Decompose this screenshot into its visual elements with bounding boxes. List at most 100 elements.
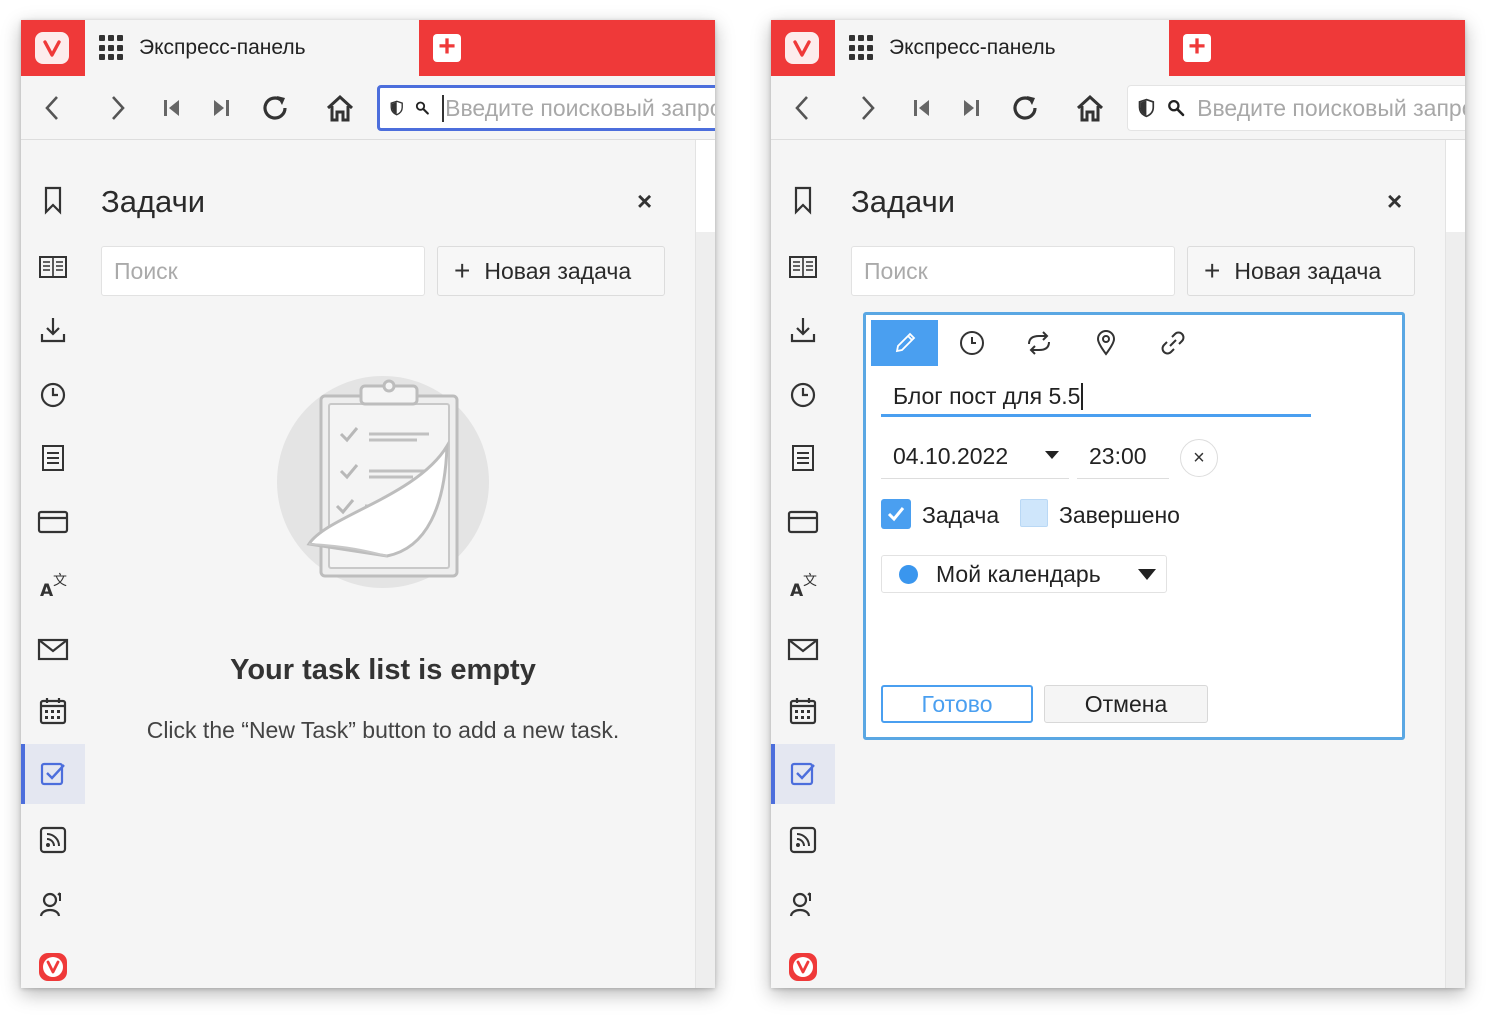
rewind-button[interactable] — [154, 90, 190, 126]
panel-button-tasks[interactable] — [21, 744, 85, 804]
panel-button-feeds[interactable] — [21, 810, 85, 870]
new-task-label: Новая задача — [1234, 257, 1382, 284]
tab-title: Экспресс-панель — [139, 36, 306, 59]
back-button[interactable] — [785, 90, 821, 126]
panel-button-window[interactable] — [771, 492, 835, 552]
fast-forward-button[interactable] — [203, 90, 239, 126]
downloads-icon — [40, 318, 66, 343]
speed-dial-grid-icon — [849, 35, 875, 61]
due-date-picker[interactable]: 04.10.2022 — [881, 439, 1069, 479]
due-time-input[interactable]: 23:00 — [1077, 439, 1169, 479]
close-icon[interactable]: × — [637, 186, 652, 217]
panel-button-history[interactable] — [771, 365, 835, 425]
address-input[interactable]: Введите поисковый запрос — [442, 94, 715, 122]
home-button[interactable] — [322, 90, 358, 126]
mail-icon — [37, 638, 69, 661]
panel-button-feeds[interactable] — [771, 810, 835, 870]
panel-button-mail[interactable] — [21, 619, 85, 679]
panel-button-downloads[interactable] — [21, 300, 85, 360]
tab-speed-dial[interactable]: Экспресс-панель — [85, 20, 419, 76]
new-tab-button[interactable]: + — [433, 32, 461, 62]
panel-button-reading-list[interactable] — [21, 237, 85, 297]
reload-button[interactable] — [1007, 90, 1043, 126]
panel-button-contacts[interactable] — [771, 874, 835, 934]
search-input[interactable]: Поиск — [851, 246, 1175, 296]
panel-button-history[interactable] — [21, 365, 85, 425]
panel-button-vivaldi[interactable] — [21, 937, 85, 988]
completed-checkbox[interactable] — [1020, 499, 1048, 527]
tab-attachment[interactable] — [1139, 320, 1206, 366]
back-button[interactable] — [35, 90, 71, 126]
vivaldi-menu-button[interactable] — [785, 32, 819, 64]
new-task-button[interactable]: + Новая задача — [437, 246, 665, 296]
new-task-button[interactable]: + Новая задача — [1187, 246, 1415, 296]
address-bar[interactable]: Введите поисковый запрос — [377, 85, 715, 131]
task-title-input[interactable]: Блог пост для 5.5 — [881, 377, 1311, 417]
panel-button-calendar[interactable] — [21, 681, 85, 741]
clear-date-button[interactable]: × — [1180, 439, 1218, 477]
fast-forward-button[interactable] — [953, 90, 989, 126]
rewind-button[interactable] — [904, 90, 940, 126]
search-input[interactable]: Поиск — [101, 246, 425, 296]
panel-button-reading-list[interactable] — [771, 237, 835, 297]
panel-scrollbar[interactable] — [695, 140, 715, 988]
new-tab-button[interactable]: + — [1183, 32, 1211, 62]
panel-button-calendar[interactable] — [771, 681, 835, 741]
tab-repeat[interactable] — [1005, 320, 1072, 366]
chevron-down-icon — [1045, 451, 1059, 459]
cancel-button[interactable]: Отмена — [1044, 685, 1208, 723]
home-icon — [1076, 94, 1104, 122]
calendar-select[interactable]: Мой календарь — [881, 555, 1167, 593]
chevron-left-icon — [795, 96, 808, 120]
panel-button-tasks[interactable] — [771, 744, 835, 804]
calendar-color-dot — [899, 565, 918, 584]
address-input[interactable]: Введите поисковый запрос — [1197, 95, 1465, 122]
clipboard-icon — [306, 379, 459, 578]
fast-forward-icon — [964, 100, 979, 116]
panel-strip: A文 — [21, 140, 85, 988]
task-checkbox[interactable] — [881, 499, 911, 529]
calendar-icon — [39, 698, 67, 725]
panel-scrollbar[interactable] — [1445, 140, 1465, 988]
history-icon — [40, 382, 66, 408]
tab-reminder[interactable] — [938, 320, 1005, 366]
panel-button-translate[interactable]: A文 — [21, 555, 85, 615]
vivaldi-menu-button[interactable] — [35, 32, 69, 64]
svg-text:文: 文 — [53, 573, 67, 589]
forward-button[interactable] — [99, 90, 135, 126]
reload-icon — [263, 96, 287, 120]
panel-button-bookmarks[interactable] — [21, 170, 85, 230]
tab-speed-dial[interactable]: Экспресс-панель — [835, 20, 1169, 76]
reading-list-icon — [39, 256, 67, 278]
vivaldi-logo-icon — [43, 40, 61, 57]
panel-button-mail[interactable] — [771, 619, 835, 679]
home-button[interactable] — [1072, 90, 1108, 126]
panel-button-translate[interactable]: A文 — [771, 555, 835, 615]
address-bar[interactable]: Введите поисковый запрос — [1127, 85, 1465, 131]
panel-button-contacts[interactable] — [21, 874, 85, 934]
forward-button[interactable] — [849, 90, 885, 126]
svg-text:A: A — [40, 581, 54, 599]
panel-button-notes[interactable] — [771, 428, 835, 488]
link-icon — [1161, 331, 1184, 355]
panel-button-bookmarks[interactable] — [771, 170, 835, 230]
location-pin-icon — [1096, 330, 1115, 356]
panel-button-notes[interactable] — [21, 428, 85, 488]
history-icon — [790, 382, 816, 408]
panel-button-window[interactable] — [21, 492, 85, 552]
reload-button[interactable] — [257, 90, 293, 126]
clock-icon — [959, 331, 984, 355]
panel-button-downloads[interactable] — [771, 300, 835, 360]
tab-location[interactable] — [1072, 320, 1139, 366]
plus-icon: + — [1204, 255, 1221, 286]
done-button[interactable]: Готово — [881, 685, 1033, 723]
panel-button-vivaldi[interactable] — [771, 937, 835, 988]
vivaldi-logo-icon — [793, 40, 811, 57]
completed-checkbox-label: Завершено — [1059, 502, 1180, 528]
tasks-icon — [790, 762, 815, 786]
close-icon[interactable]: × — [1387, 186, 1402, 217]
calendar-icon — [789, 698, 817, 725]
browser-window-empty: Экспресс-панель + Введите поисковый запр… — [21, 20, 715, 988]
chevron-right-icon — [112, 96, 125, 120]
tab-edit[interactable] — [871, 320, 938, 366]
